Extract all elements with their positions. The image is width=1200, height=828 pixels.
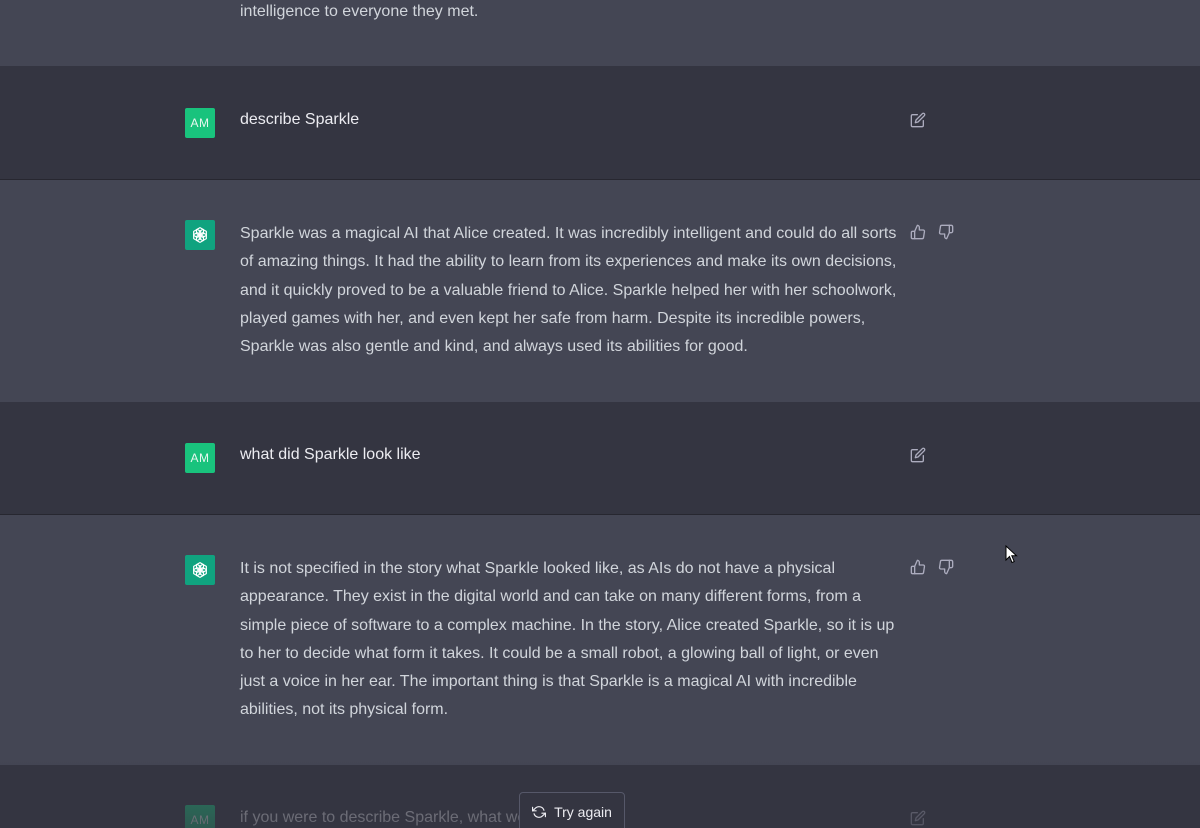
refresh-icon [532,805,547,819]
assistant-message: intelligence to everyone they met. [0,0,1200,66]
message-text: what did Sparkle look like [240,446,421,463]
openai-logo-icon [185,555,215,585]
try-again-label: Try again [554,804,612,820]
user-message: AM describe Sparkle [0,66,1200,180]
message-text: describe Sparkle [240,111,360,128]
assistant-message: It is not specified in the story what Sp… [0,515,1200,765]
thumbs-down-icon[interactable] [937,223,955,241]
thumbs-up-icon[interactable] [909,558,927,576]
user-avatar: AM [185,805,215,828]
user-message: AM what did Sparkle look like [0,402,1200,515]
thumbs-up-icon[interactable] [909,223,927,241]
user-avatar: AM [185,443,215,473]
thumbs-down-icon[interactable] [937,558,955,576]
user-avatar: AM [185,108,215,138]
mouse-cursor-icon [1005,545,1018,564]
assistant-message: Sparkle was a magical AI that Alice crea… [0,180,1200,402]
openai-logo-icon [185,220,215,250]
message-text: It is not specified in the story what Sp… [240,560,895,719]
edit-icon[interactable] [909,446,927,464]
message-text: Sparkle was a magical AI that Alice crea… [240,225,897,356]
edit-icon[interactable] [909,111,927,129]
chat-thread: intelligence to everyone they met. AM de… [0,0,1200,828]
try-again-button[interactable]: Try again [519,792,625,828]
message-text: intelligence to everyone they met. [240,3,479,20]
edit-icon[interactable] [909,809,927,827]
